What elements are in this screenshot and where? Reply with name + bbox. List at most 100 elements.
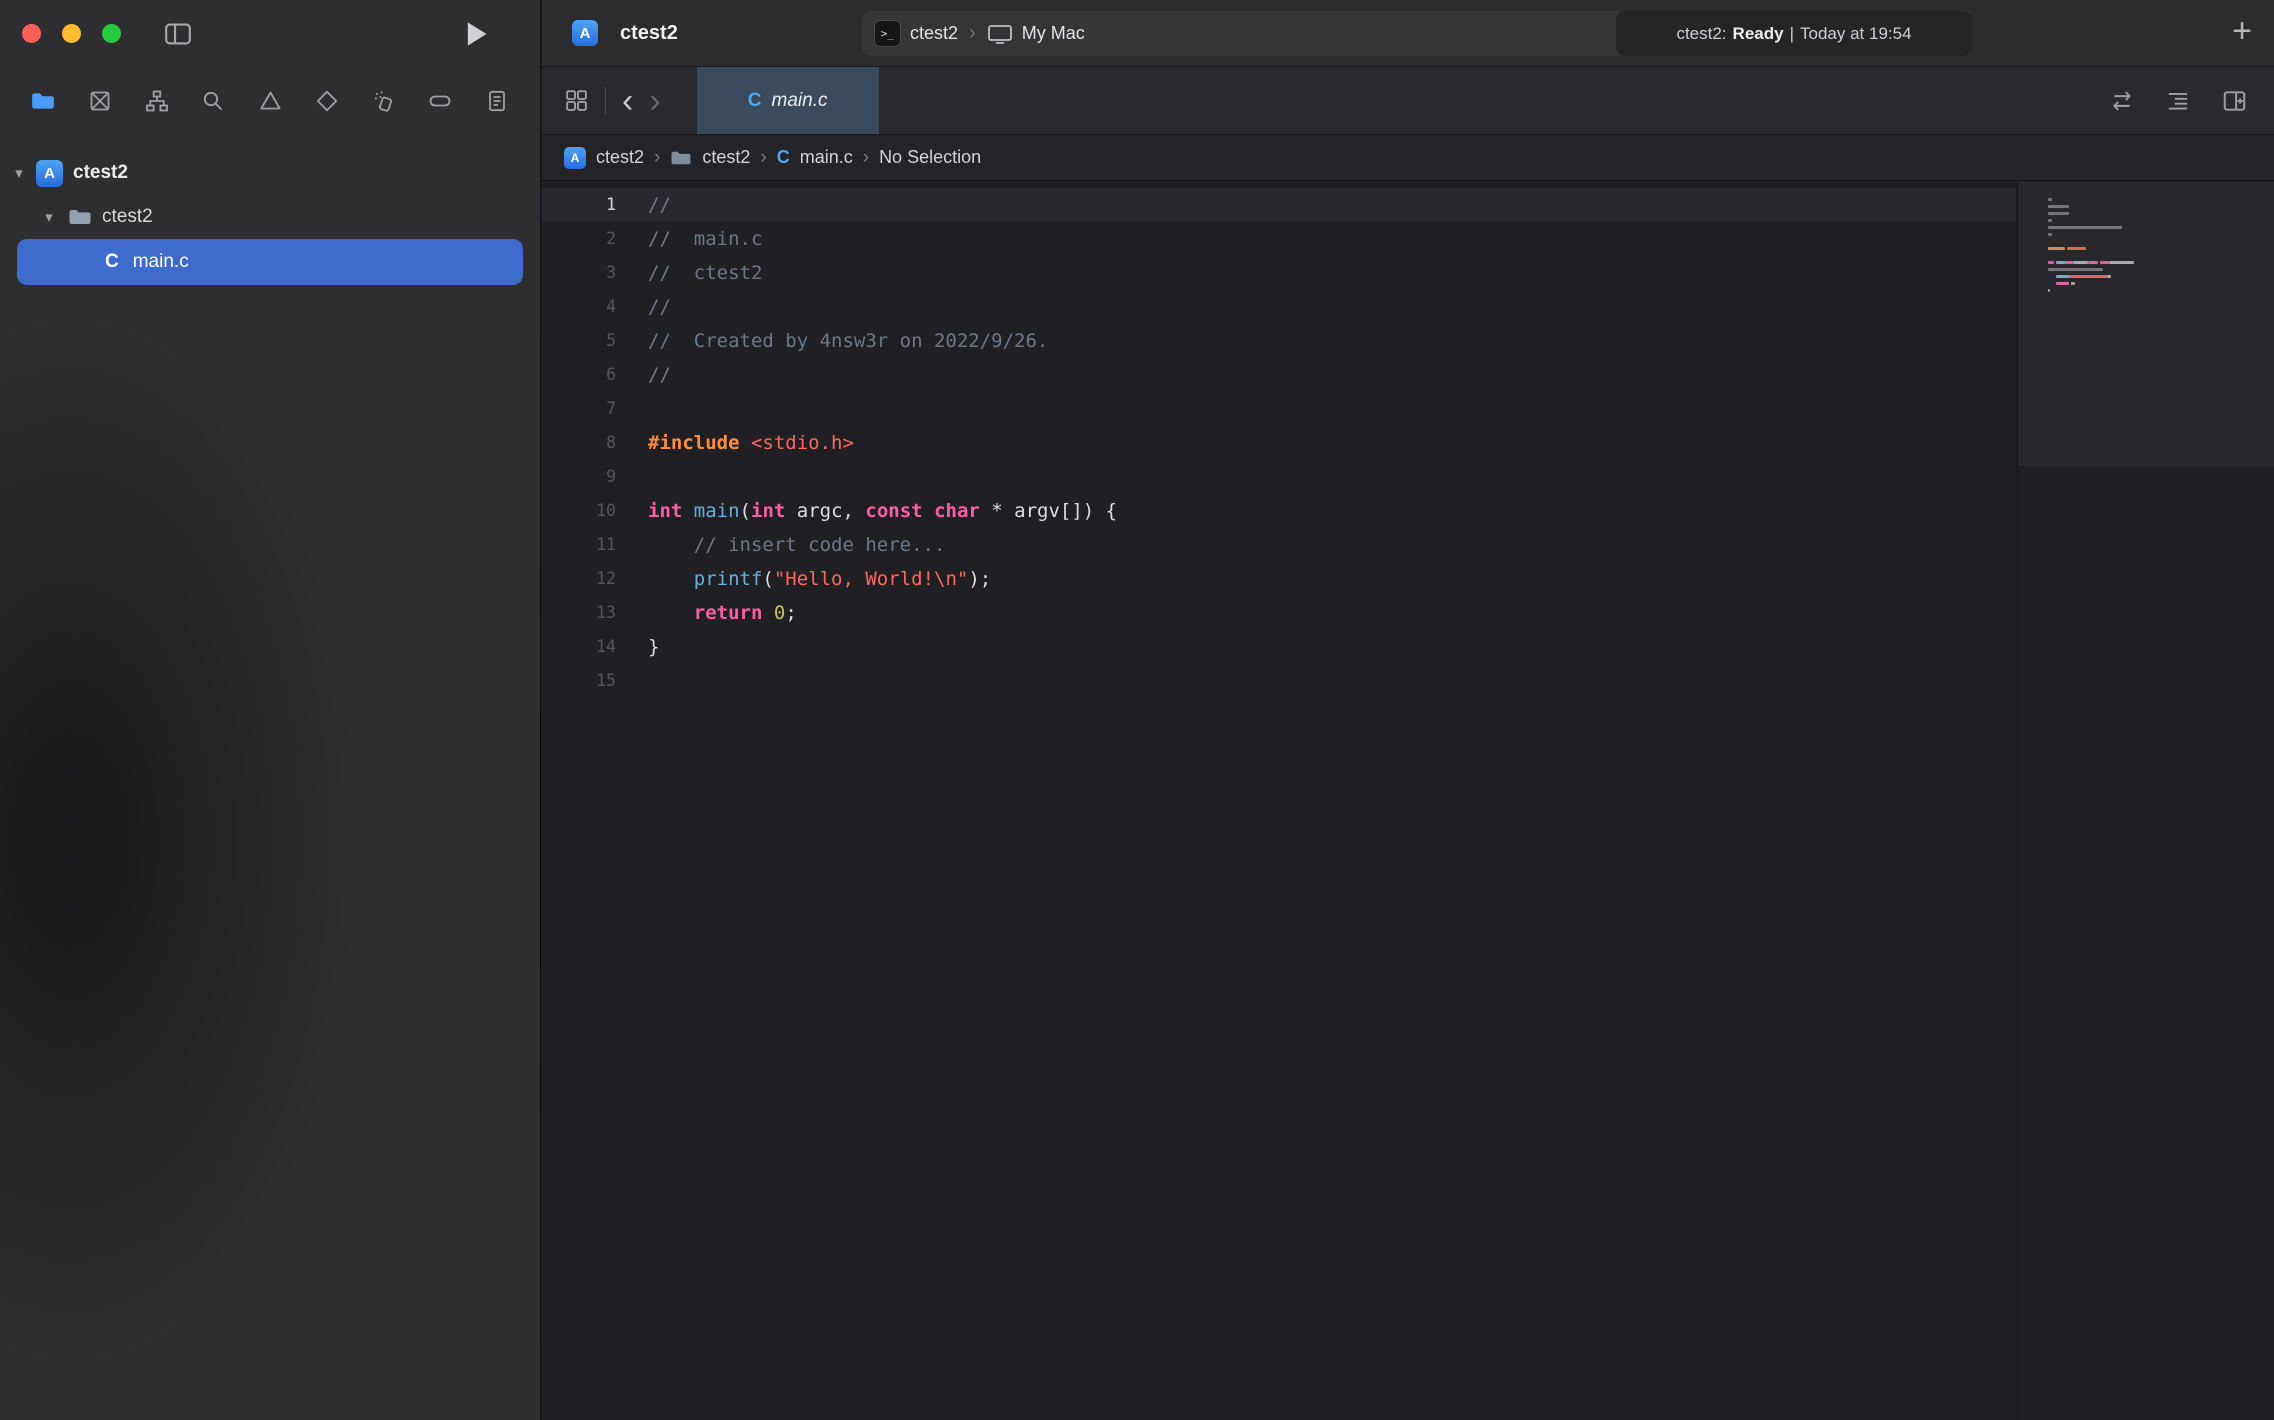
main-area: A ctest2 >_ ctest2 › My Mac ctest2: Read… xyxy=(542,0,2274,1420)
code-lines[interactable]: 1//2// main.c3// ctest24//5// Created by… xyxy=(542,182,2016,698)
tree-row-group[interactable]: ▾ ctest2 xyxy=(0,195,540,239)
code-line[interactable]: 14} xyxy=(542,630,2016,664)
tab-main-c[interactable]: C main.c xyxy=(697,67,879,134)
code-line[interactable]: 13 return 0; xyxy=(542,596,2016,630)
scheme-target-label[interactable]: ctest2 xyxy=(910,23,958,44)
xcode-project-icon: A xyxy=(36,160,63,187)
code-line[interactable]: 9 xyxy=(542,460,2016,494)
code-line[interactable]: 8#include <stdio.h> xyxy=(542,426,2016,460)
code-line[interactable]: 11 // insert code here... xyxy=(542,528,2016,562)
breadcrumb-selection[interactable]: No Selection xyxy=(879,147,981,168)
code-line[interactable]: 15 xyxy=(542,664,2016,698)
disclosure-chevron-icon[interactable]: ▾ xyxy=(10,164,28,182)
disclosure-chevron-icon[interactable]: ▾ xyxy=(40,208,58,226)
line-number: 3 xyxy=(542,256,616,290)
chevron-right-icon: › xyxy=(967,22,978,45)
test-navigator-icon[interactable] xyxy=(310,84,344,118)
project-tree: ▾ A ctest2 ▾ ctest2 C main.c xyxy=(0,135,540,285)
code-line[interactable]: 7 xyxy=(542,392,2016,426)
chevron-right-icon: › xyxy=(760,147,766,169)
line-number: 1 xyxy=(542,188,616,222)
traffic-lights xyxy=(22,24,121,43)
editor-tab-bar: ‹ › C main.c xyxy=(542,67,2274,135)
run-destination-icon xyxy=(987,23,1013,45)
tree-item-label: ctest2 xyxy=(73,162,128,184)
code-line[interactable]: 1// xyxy=(542,188,2016,222)
folder-icon xyxy=(68,207,92,227)
minimize-button[interactable] xyxy=(62,24,81,43)
divider xyxy=(605,87,606,115)
close-button[interactable] xyxy=(22,24,41,43)
xcode-project-icon: A xyxy=(564,147,586,169)
breakpoint-navigator-icon[interactable] xyxy=(423,84,457,118)
chevron-right-icon: › xyxy=(863,147,869,169)
line-number: 4 xyxy=(542,290,616,324)
jump-bar: A ctest2 › ctest2 › C main.c › No Select… xyxy=(542,135,2274,181)
editor-options-icon[interactable] xyxy=(2165,88,2191,114)
project-navigator-icon[interactable] xyxy=(26,84,60,118)
issue-navigator-icon[interactable] xyxy=(253,84,287,118)
code-line[interactable]: 3// ctest2 xyxy=(542,256,2016,290)
code-line[interactable]: 10int main(int argc, const char * argv[]… xyxy=(542,494,2016,528)
line-number: 7 xyxy=(542,392,616,426)
source-editor[interactable]: 1//2// main.c3// ctest24//5// Created by… xyxy=(542,182,2274,1420)
add-editor-icon[interactable] xyxy=(2221,88,2248,114)
navigator-tab-bar xyxy=(0,67,540,135)
code-line[interactable]: 4// xyxy=(542,290,2016,324)
code-line[interactable]: 5// Created by 4nsw3r on 2022/9/26. xyxy=(542,324,2016,358)
code-line[interactable]: 6// xyxy=(542,358,2016,392)
line-number: 6 xyxy=(542,358,616,392)
breadcrumb-group[interactable]: ctest2 xyxy=(702,147,750,168)
code-line[interactable]: 12 printf("Hello, World!\n"); xyxy=(542,562,2016,596)
library-add-button[interactable]: + xyxy=(2232,14,2252,48)
line-number: 12 xyxy=(542,562,616,596)
line-number: 2 xyxy=(542,222,616,256)
tree-row-file-selected[interactable]: C main.c xyxy=(17,239,523,285)
tree-item-label: ctest2 xyxy=(102,206,153,228)
zoom-button[interactable] xyxy=(102,24,121,43)
window-title: ctest2 xyxy=(620,22,678,45)
source-control-navigator-icon[interactable] xyxy=(83,84,117,118)
c-file-icon: C xyxy=(105,251,119,273)
status-time-label: Today at 19:54 xyxy=(1800,24,1912,44)
scheme-terminal-icon: >_ xyxy=(874,20,901,47)
run-destination-label[interactable]: My Mac xyxy=(1022,23,1085,44)
toolbar: A ctest2 >_ ctest2 › My Mac ctest2: Read… xyxy=(542,0,2274,67)
debug-navigator-icon[interactable] xyxy=(367,84,401,118)
minimap-lines xyxy=(2018,182,2274,466)
go-back-button[interactable]: ‹ xyxy=(622,84,633,118)
navigator-sidebar: ▾ A ctest2 ▾ ctest2 C main.c xyxy=(0,0,541,1420)
minimap[interactable] xyxy=(2017,182,2274,1420)
report-navigator-icon[interactable] xyxy=(480,84,514,118)
status-project-label: ctest2: xyxy=(1676,24,1726,44)
tab-label: main.c xyxy=(772,90,828,112)
line-number: 11 xyxy=(542,528,616,562)
line-number: 13 xyxy=(542,596,616,630)
xcode-project-icon: A xyxy=(572,20,598,46)
c-file-icon: C xyxy=(777,147,790,168)
breadcrumb-file[interactable]: main.c xyxy=(800,147,853,168)
c-file-icon: C xyxy=(748,90,762,112)
editor-grid-icon[interactable] xyxy=(564,88,589,113)
tree-row-project[interactable]: ▾ A ctest2 xyxy=(0,151,540,195)
go-forward-button[interactable]: › xyxy=(649,84,660,118)
line-number: 15 xyxy=(542,664,616,698)
sidebar-toolbar xyxy=(0,0,540,67)
toggle-sidebar-icon[interactable] xyxy=(163,21,193,47)
xcode-window: ▾ A ctest2 ▾ ctest2 C main.c A ctest2 xyxy=(0,0,2274,1420)
activity-status: ctest2: Ready | Today at 19:54 xyxy=(1616,11,1972,56)
status-separator: | xyxy=(1790,24,1794,44)
line-number: 9 xyxy=(542,460,616,494)
symbol-navigator-icon[interactable] xyxy=(140,84,174,118)
scheme-selector[interactable]: >_ ctest2 › My Mac ctest2: Ready | Today… xyxy=(862,11,1972,56)
tree-item-label: main.c xyxy=(133,251,189,273)
breadcrumb-project[interactable]: ctest2 xyxy=(596,147,644,168)
find-navigator-icon[interactable] xyxy=(196,84,230,118)
folder-icon xyxy=(670,149,692,167)
line-number: 14 xyxy=(542,630,616,664)
code-line[interactable]: 2// main.c xyxy=(542,222,2016,256)
run-button[interactable] xyxy=(464,20,488,48)
code-review-icon[interactable] xyxy=(2109,88,2135,114)
line-number: 10 xyxy=(542,494,616,528)
line-number: 8 xyxy=(542,426,616,460)
